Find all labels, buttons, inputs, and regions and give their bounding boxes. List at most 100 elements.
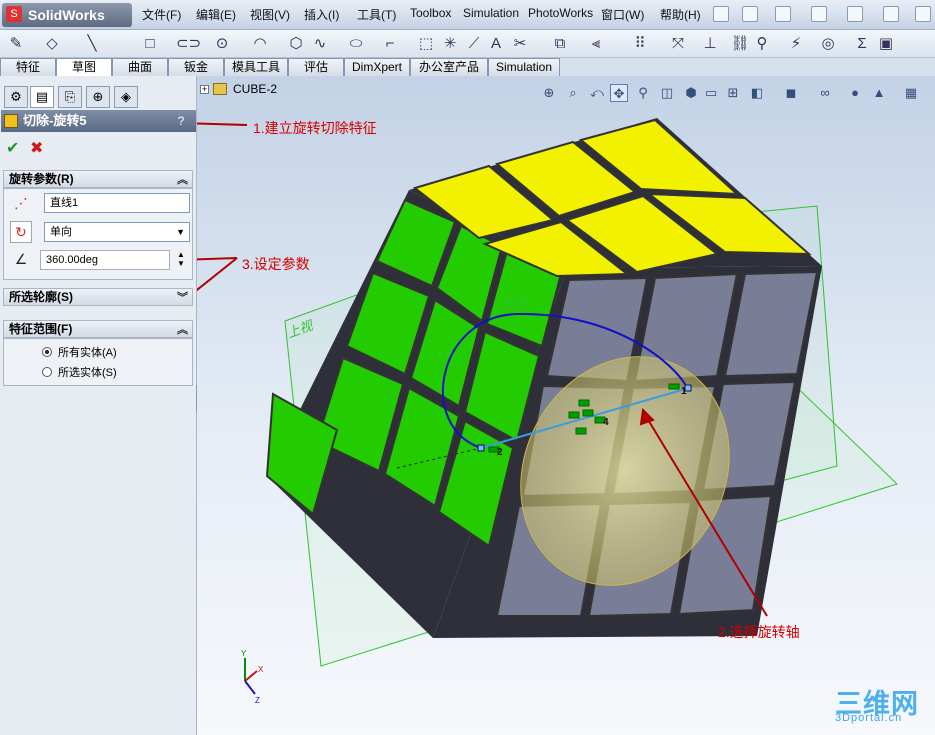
slot-icon[interactable]: ⊂⊃	[176, 34, 201, 54]
command-manager-tabs: 特征 草图 曲面 钣金 模具工具 评估 DimXpert 办公室产品 Simul…	[0, 58, 935, 76]
plane-icon[interactable]: ⬚	[416, 34, 436, 54]
rotate-params-header[interactable]: 旋转参数(R) ︽	[3, 170, 193, 188]
display-style-icon[interactable]: ▭	[702, 84, 720, 102]
selected-contours-header[interactable]: 所选轮廓(S) ︾	[3, 288, 193, 306]
menu-file[interactable]: 文件(F)	[142, 6, 181, 23]
menu-insert[interactable]: 插入(I)	[304, 6, 339, 23]
save-icon[interactable]	[811, 6, 827, 22]
collapse-chevron-icon[interactable]: ︽	[177, 322, 188, 338]
watermark-url: 3Dportal.cn	[835, 712, 903, 724]
menu-help[interactable]: 帮助(H)	[660, 6, 701, 23]
centerline-icon[interactable]: ⟋	[464, 34, 484, 54]
ok-button[interactable]: ✔	[6, 138, 19, 158]
panel-tabs: ⚙ ▤ ⎘ ⊕ ◈	[0, 84, 197, 108]
previous-view-icon[interactable]: ⤺	[588, 84, 606, 102]
view-orientation-icon[interactable]: ⬢	[682, 84, 700, 102]
instant3d-icon[interactable]: ◎	[818, 34, 838, 54]
all-bodies-radio[interactable]	[42, 347, 52, 357]
trim-icon[interactable]: ✂	[510, 34, 530, 54]
circle-icon[interactable]: ⊙	[212, 34, 232, 54]
view-settings-icon[interactable]: ▦	[902, 84, 920, 102]
arc-icon[interactable]: ◠	[250, 34, 270, 54]
angle-spinner[interactable]: ▲ ▼	[172, 250, 190, 270]
menu-window[interactable]: 窗口(W)	[601, 6, 644, 23]
print-icon[interactable]	[847, 6, 863, 22]
mirror-icon[interactable]: ⫷	[586, 34, 606, 54]
text-icon[interactable]: A	[486, 34, 506, 54]
realview-icon[interactable]: ▲	[870, 84, 888, 102]
selected-bodies-radio[interactable]	[42, 367, 52, 377]
rotate-view-icon[interactable]: ✥	[610, 84, 628, 102]
fillet-icon[interactable]: ⌐	[380, 34, 400, 54]
cancel-button[interactable]: ✖	[30, 138, 43, 158]
select-icon[interactable]	[915, 6, 931, 22]
collapse-chevron-icon[interactable]: ︽	[177, 172, 188, 188]
tab-sheet-metal[interactable]: 钣金	[168, 58, 224, 76]
menu-toolbox[interactable]: Toolbox	[410, 6, 451, 20]
tab-sketch[interactable]: 草图	[56, 58, 112, 76]
formula-icon[interactable]: Σ	[852, 34, 872, 54]
pin-icon[interactable]	[713, 6, 729, 22]
new-document-icon[interactable]	[742, 6, 758, 22]
axis-field[interactable]: 直线1	[44, 193, 190, 213]
tab-mold-tools[interactable]: 模具工具	[224, 58, 288, 76]
direction-select[interactable]: 单向 ▼	[44, 222, 190, 242]
open-icon[interactable]	[775, 6, 791, 22]
tab-features[interactable]: 特征	[0, 58, 56, 76]
polygon-icon[interactable]: ⬡	[286, 34, 306, 54]
tree-expand-icon[interactable]: +	[200, 85, 209, 94]
menu-tools[interactable]: 工具(T)	[357, 6, 396, 23]
tab-dimxpert[interactable]: DimXpert	[344, 58, 410, 76]
smart-dimension-icon[interactable]: ◇	[42, 34, 62, 54]
menu-edit[interactable]: 编辑(E)	[196, 6, 236, 23]
spline-icon[interactable]: ∿	[310, 34, 330, 54]
point-icon[interactable]: ✳	[440, 34, 460, 54]
line-icon[interactable]: ╲	[82, 34, 102, 54]
repair-icon[interactable]: ⛓	[730, 34, 750, 54]
quick-snaps-icon[interactable]: ⚲	[752, 34, 772, 54]
menu-photoworks[interactable]: PhotoWorks	[528, 6, 593, 20]
expand-chevron-icon[interactable]: ︾	[177, 290, 188, 306]
display-manager-tab-icon[interactable]: ◈	[114, 86, 138, 108]
direction-value: 单向	[50, 226, 72, 238]
appearance-icon[interactable]: ∞	[816, 84, 834, 102]
ellipse-icon[interactable]: ⬭	[346, 34, 366, 54]
tab-evaluate[interactable]: 评估	[288, 58, 344, 76]
sketch-point-2[interactable]	[477, 444, 485, 452]
hide-show-icon[interactable]: ◧	[748, 84, 766, 102]
selected-contours-title: 所选轮廓(S)	[9, 290, 73, 304]
feature-scope-header[interactable]: 特征范围(F) ︽	[3, 320, 193, 338]
model-view: 前视 上视 2 4 1 Y X Z	[197, 118, 898, 705]
sketch-icon[interactable]: ✎	[6, 34, 26, 54]
point-label-1: 1	[681, 386, 687, 397]
move-icon[interactable]: ⤧	[668, 34, 688, 54]
menu-view[interactable]: 视图(V)	[250, 6, 290, 23]
rapid-sketch-icon[interactable]: ⚡	[786, 34, 806, 54]
configuration-tab-icon[interactable]: ⎘	[58, 86, 82, 108]
menu-simulation[interactable]: Simulation	[463, 6, 519, 20]
relations-icon[interactable]: ⊥	[700, 34, 720, 54]
feature-tree-tab-icon[interactable]: ⚙	[4, 86, 28, 108]
undo-icon[interactable]	[883, 6, 899, 22]
shaded-icon[interactable]: ◼	[782, 84, 800, 102]
rectangle-icon[interactable]: □	[140, 34, 160, 54]
pattern-icon[interactable]: ⠿	[630, 34, 650, 54]
property-manager-tab-icon[interactable]: ▤	[30, 86, 54, 108]
tab-surfaces[interactable]: 曲面	[112, 58, 168, 76]
zoom-to-fit-icon[interactable]: ⊕	[540, 84, 558, 102]
view-layout-icon[interactable]: ⊞	[724, 84, 742, 102]
help-icon[interactable]: ?	[174, 114, 188, 128]
image-icon[interactable]: ▣	[876, 34, 896, 54]
dimxpert-tab-icon[interactable]: ⊕	[86, 86, 110, 108]
reverse-direction-icon[interactable]: ↻	[10, 221, 32, 243]
tree-node-label[interactable]: CUBE-2	[233, 82, 277, 96]
pan-icon[interactable]: ⚲	[634, 84, 652, 102]
scene-icon[interactable]: ●	[846, 84, 864, 102]
zoom-area-icon[interactable]: ⌕	[564, 84, 582, 102]
tab-simulation[interactable]: Simulation	[488, 58, 560, 76]
tab-office-products[interactable]: 办公室产品	[410, 58, 488, 76]
section-view-icon[interactable]: ◫	[658, 84, 676, 102]
angle-field[interactable]: 360.00deg	[40, 250, 170, 270]
offset-icon[interactable]: ⧉	[550, 34, 570, 54]
feature-scope-title: 特征范围(F)	[9, 322, 73, 336]
